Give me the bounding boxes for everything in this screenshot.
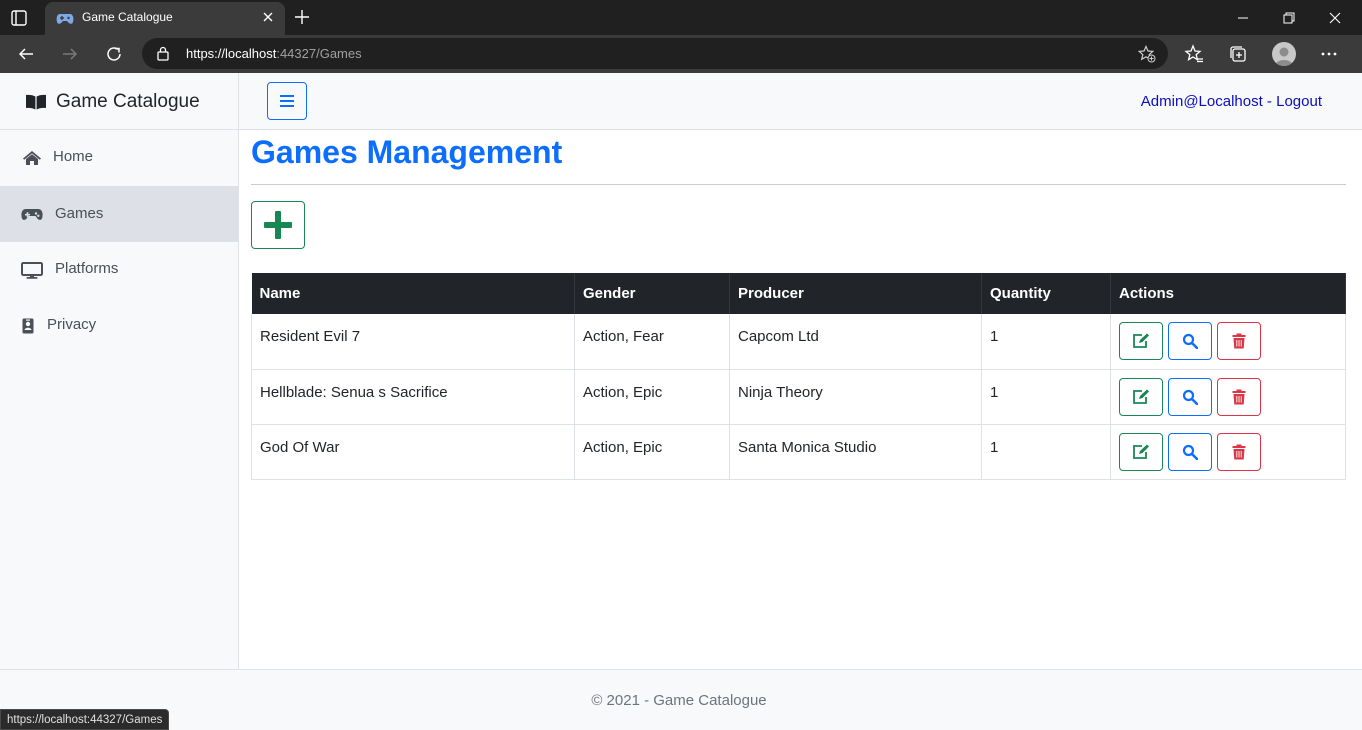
gamepad-icon — [21, 206, 43, 224]
status-url-bubble: https://localhost:44327/Games — [0, 709, 170, 730]
back-icon[interactable] — [14, 42, 38, 66]
more-options-icon[interactable] — [1318, 43, 1340, 65]
cell-quantity: 1 — [981, 424, 1111, 480]
cell-gender: Action, Epic — [574, 369, 730, 425]
lock-icon[interactable] — [156, 46, 170, 61]
app-root: Game Catalogue Home Games Platforms Priv — [0, 73, 1362, 730]
menu-toggle-button[interactable] — [267, 82, 307, 120]
page-title: Games Management — [251, 134, 563, 170]
cell-name: Resident Evil 7 — [251, 314, 575, 370]
refresh-icon[interactable] — [102, 42, 126, 66]
sidebar-item-label: Home — [53, 148, 94, 165]
column-header-name: Name — [251, 273, 575, 314]
table-header-row: Name Gender Producer Quantity Actions — [251, 273, 1346, 314]
sidebar: Game Catalogue Home Games Platforms Priv — [0, 73, 239, 669]
edit-icon — [1133, 333, 1149, 348]
delete-button[interactable] — [1217, 322, 1262, 360]
cell-producer: Santa Monica Studio — [729, 424, 982, 480]
table-row: God Of War Action, Epic Santa Monica Stu… — [251, 424, 1346, 480]
trash-icon — [1232, 389, 1246, 404]
edit-button[interactable] — [1119, 432, 1163, 471]
add-favorite-icon[interactable] — [1137, 45, 1156, 63]
sidebar-item-label: Privacy — [47, 316, 97, 333]
delete-button[interactable] — [1217, 377, 1262, 416]
column-header-producer: Producer — [729, 273, 982, 314]
trash-icon — [1232, 444, 1246, 459]
browser-tab-bar: Game Catalogue — [0, 0, 1362, 35]
search-icon — [1183, 444, 1199, 460]
favorites-icon[interactable] — [1183, 43, 1205, 65]
cell-name: Hellblade: Senua s Sacrifice — [251, 369, 575, 425]
user-logout-link[interactable]: Admin@Localhost - Logout — [1141, 93, 1322, 110]
cell-producer: Capcom Ltd — [729, 314, 982, 370]
sidebar-item-label: Games — [55, 205, 104, 222]
restore-icon[interactable] — [1266, 0, 1312, 35]
collections-icon[interactable] — [1227, 43, 1249, 65]
tab-actions-icon[interactable] — [10, 9, 28, 27]
logout-link[interactable]: Logout — [1276, 93, 1322, 110]
edit-icon — [1133, 444, 1149, 459]
search-icon — [1183, 333, 1199, 349]
footer-copyright: © 2021 - Game Catalogue — [591, 692, 767, 709]
gamepad-favicon-icon — [56, 12, 74, 26]
top-navbar: Admin@Localhost - Logout — [239, 73, 1362, 130]
user-name[interactable]: Admin@Localhost — [1141, 93, 1263, 110]
hamburger-icon — [280, 95, 294, 107]
delete-button[interactable] — [1217, 432, 1262, 471]
cell-actions — [1110, 314, 1346, 370]
address-bar[interactable]: https://localhost:44327/Games — [142, 38, 1168, 69]
column-header-actions: Actions — [1110, 273, 1346, 314]
browser-tab[interactable]: Game Catalogue — [45, 2, 285, 35]
games-table: Name Gender Producer Quantity Actions Re… — [251, 273, 1346, 480]
trash-icon — [1232, 333, 1246, 349]
close-window-icon[interactable] — [1312, 0, 1358, 35]
column-header-gender: Gender — [574, 273, 730, 314]
search-icon — [1183, 389, 1199, 405]
details-button[interactable] — [1168, 322, 1213, 360]
details-button[interactable] — [1168, 432, 1213, 471]
edit-icon — [1133, 389, 1149, 404]
title-divider — [251, 184, 1346, 185]
url-scheme: https:// — [186, 46, 226, 61]
book-open-icon — [25, 94, 47, 110]
edit-button[interactable] — [1119, 377, 1163, 416]
sidebar-item-platforms[interactable]: Platforms — [0, 242, 238, 298]
id-badge-icon — [17, 317, 39, 335]
footer: © 2021 - Game Catalogue — [0, 669, 1362, 730]
cell-gender: Action, Epic — [574, 424, 730, 480]
sidebar-item-home[interactable]: Home — [0, 130, 238, 186]
cell-name: God Of War — [251, 424, 575, 480]
tab-title: Game Catalogue — [82, 10, 173, 24]
minimize-icon[interactable] — [1220, 0, 1266, 35]
plus-icon — [264, 211, 292, 239]
column-header-quantity: Quantity — [981, 273, 1111, 314]
sidebar-item-label: Platforms — [55, 260, 119, 277]
new-tab-icon[interactable] — [294, 9, 310, 25]
cell-quantity: 1 — [981, 314, 1111, 370]
cell-gender: Action, Fear — [574, 314, 730, 370]
table-row: Resident Evil 7 Action, Fear Capcom Ltd … — [251, 314, 1346, 370]
cell-producer: Ninja Theory — [729, 369, 982, 425]
monitor-icon — [21, 261, 43, 279]
cell-actions — [1110, 369, 1346, 425]
brand[interactable]: Game Catalogue — [0, 73, 238, 130]
edit-button[interactable] — [1119, 322, 1163, 360]
profile-avatar-icon[interactable] — [1272, 42, 1296, 66]
sidebar-item-privacy[interactable]: Privacy — [0, 298, 238, 354]
details-button[interactable] — [1168, 377, 1213, 416]
brand-title: Game Catalogue — [56, 91, 200, 112]
add-game-button[interactable] — [251, 201, 305, 249]
user-separator: - — [1262, 93, 1277, 110]
cell-actions — [1110, 424, 1346, 480]
forward-icon[interactable] — [58, 42, 82, 66]
sidebar-item-games[interactable]: Games — [0, 186, 238, 242]
browser-toolbar: https://localhost:44327/Games — [0, 35, 1362, 73]
url-host: localhost — [225, 46, 277, 61]
home-icon — [21, 149, 43, 167]
table-row: Hellblade: Senua s Sacrifice Action, Epi… — [251, 369, 1346, 425]
url-path: :44327/Games — [276, 46, 362, 61]
tab-close-icon[interactable] — [261, 10, 275, 24]
cell-quantity: 1 — [981, 369, 1111, 425]
url-text[interactable]: https://localhost:44327/Games — [186, 46, 362, 61]
